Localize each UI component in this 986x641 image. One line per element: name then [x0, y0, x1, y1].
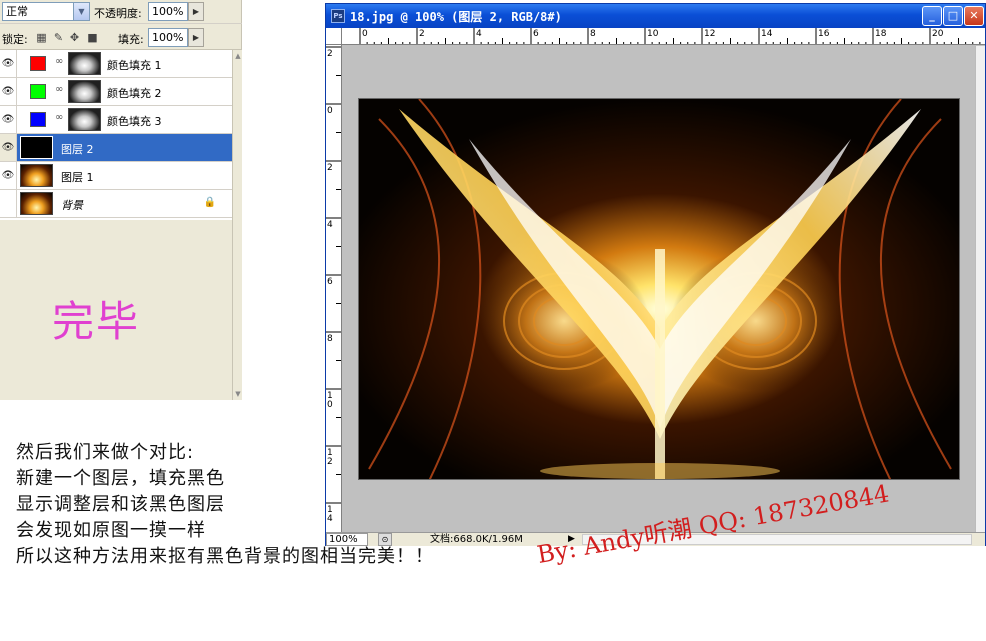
- layer-name: 颜色填充 1: [107, 59, 162, 72]
- ruler-v-label: 8: [327, 334, 333, 344]
- link-icon: ∞: [55, 56, 64, 67]
- layer-mask-thumbnail[interactable]: [68, 108, 101, 131]
- ruler-h-label: 14: [761, 29, 773, 39]
- ruler-v-label: 2: [327, 49, 333, 59]
- eye-icon[interactable]: 👁: [0, 50, 17, 77]
- opacity-field[interactable]: 100%: [148, 2, 188, 21]
- layer-row[interactable]: 👁 图层 1: [0, 162, 232, 190]
- eye-icon[interactable]: 👁: [0, 106, 17, 133]
- ruler-h-label: 4: [476, 29, 482, 39]
- lock-all-icon[interactable]: ■: [86, 31, 99, 44]
- layer-row-background[interactable]: 背景 🔒: [0, 190, 232, 218]
- author-signature: By: Andy听潮 QQ: 187320844: [535, 479, 960, 595]
- ruler-h-label: 2: [419, 29, 425, 39]
- ruler-h-label: 8: [590, 29, 596, 39]
- ruler-v-label: 4: [327, 220, 333, 230]
- horizontal-ruler[interactable]: 0 2 4 6 8 10 12 14 16 18 20: [342, 28, 985, 45]
- color-swatch[interactable]: [30, 56, 46, 71]
- minimize-button[interactable]: _: [922, 6, 942, 26]
- chevron-down-icon[interactable]: ▼: [73, 2, 90, 21]
- opacity-slider-button[interactable]: ▶: [188, 2, 204, 21]
- eye-icon[interactable]: 👁: [0, 134, 17, 161]
- opacity-value: 100%: [152, 5, 184, 18]
- color-swatch[interactable]: [30, 112, 46, 127]
- document-image[interactable]: [358, 98, 960, 480]
- layer-name: 颜色填充 3: [107, 115, 162, 128]
- layers-panel: 正常 ▼ 不透明度: 100% ▶ 锁定: 填充: 100% ▶ ▦ ✎ ✥ ■…: [0, 0, 242, 400]
- fractal-artwork: [359, 99, 959, 479]
- layer-thumbnail[interactable]: [20, 136, 53, 159]
- blend-mode-value: 正常: [6, 5, 28, 18]
- ruler-v-label: 10: [327, 391, 333, 410]
- layer-name: 背景: [61, 199, 83, 212]
- lock-move-icon[interactable]: ✥: [68, 31, 81, 44]
- scroll-down-icon[interactable]: ▼: [233, 388, 243, 400]
- note-line: 会发现如原图一摸一样: [16, 520, 206, 541]
- eye-icon[interactable]: 👁: [0, 78, 17, 105]
- layer-row[interactable]: 👁 ∞ 颜色填充 1: [0, 50, 232, 78]
- tutorial-notes: 然后我们来做个对比: 新建一个图层，填充黑色 显示调整层和该黑色图层 会发现如原…: [16, 440, 496, 570]
- lock-label: 锁定:: [2, 33, 28, 46]
- lock-icon: 🔒: [203, 197, 216, 208]
- done-text: 完毕: [52, 297, 141, 346]
- panel-scrollbar[interactable]: ▲ ▼: [232, 50, 242, 400]
- ruler-origin[interactable]: [326, 28, 342, 45]
- close-button[interactable]: ✕: [964, 6, 984, 26]
- ruler-h-label: 0: [362, 29, 368, 39]
- ruler-h-ticks: [359, 28, 981, 44]
- layer-list: 👁 ∞ 颜色填充 1 👁 ∞ 颜色填充 2 👁 ∞ 颜色填充 3 👁 图层 2 …: [0, 50, 232, 220]
- layer-name: 图层 1: [61, 171, 94, 184]
- eye-icon[interactable]: 👁: [0, 162, 17, 189]
- ruler-h-label: 12: [704, 29, 716, 39]
- scroll-up-icon[interactable]: ▲: [233, 50, 243, 62]
- fill-slider-button[interactable]: ▶: [188, 28, 204, 47]
- color-swatch[interactable]: [30, 84, 46, 99]
- ruler-h-label: 20: [932, 29, 944, 39]
- fill-label: 填充:: [118, 33, 144, 46]
- ruler-h-label: 16: [818, 29, 830, 39]
- note-line: 然后我们来做个对比:: [16, 442, 195, 463]
- ruler-h-label: 6: [533, 29, 539, 39]
- document-title: 18.jpg @ 100% (图层 2, RGB/8#): [350, 10, 562, 24]
- layer-name: 图层 2: [61, 143, 94, 156]
- layer-row[interactable]: 👁 ∞ 颜色填充 2: [0, 78, 232, 106]
- ruler-v-label: 6: [327, 277, 333, 287]
- blend-row: 正常 ▼ 不透明度: 100% ▶: [0, 0, 242, 24]
- maximize-button[interactable]: □: [943, 6, 963, 26]
- link-icon: ∞: [55, 84, 64, 95]
- photoshop-icon: Ps: [331, 9, 345, 23]
- blend-mode-select[interactable]: 正常 ▼: [2, 2, 90, 21]
- layer-mask-thumbnail[interactable]: [68, 80, 101, 103]
- opacity-label: 不透明度:: [94, 7, 142, 20]
- lock-transparency-icon[interactable]: ▦: [35, 31, 48, 44]
- layer-row[interactable]: 👁 ∞ 颜色填充 3: [0, 106, 232, 134]
- lock-brush-icon[interactable]: ✎: [52, 31, 65, 44]
- ruler-h-label: 18: [875, 29, 887, 39]
- layer-mask-thumbnail[interactable]: [68, 52, 101, 75]
- vertical-scrollbar[interactable]: [975, 46, 985, 532]
- ruler-v-label: 2: [327, 163, 333, 173]
- fill-field[interactable]: 100%: [148, 28, 188, 47]
- layer-name: 颜色填充 2: [107, 87, 162, 100]
- fill-value: 100%: [152, 31, 184, 44]
- layer-thumbnail[interactable]: [20, 192, 53, 215]
- layer-row-selected[interactable]: 👁 图层 2: [0, 134, 232, 162]
- ruler-v-label: 0: [327, 106, 333, 116]
- note-line: 新建一个图层，填充黑色: [16, 468, 225, 489]
- note-line: 所以这种方法用来抠有黑色背景的图相当完美！！: [16, 546, 434, 567]
- ruler-h-label: 10: [647, 29, 659, 39]
- eye-toggle-empty[interactable]: [0, 190, 17, 217]
- link-icon: ∞: [55, 112, 64, 123]
- title-bar[interactable]: Ps 18.jpg @ 100% (图层 2, RGB/8#) _ □ ✕: [326, 4, 985, 28]
- note-line: 显示调整层和该黑色图层: [16, 494, 225, 515]
- layer-thumbnail[interactable]: [20, 164, 53, 187]
